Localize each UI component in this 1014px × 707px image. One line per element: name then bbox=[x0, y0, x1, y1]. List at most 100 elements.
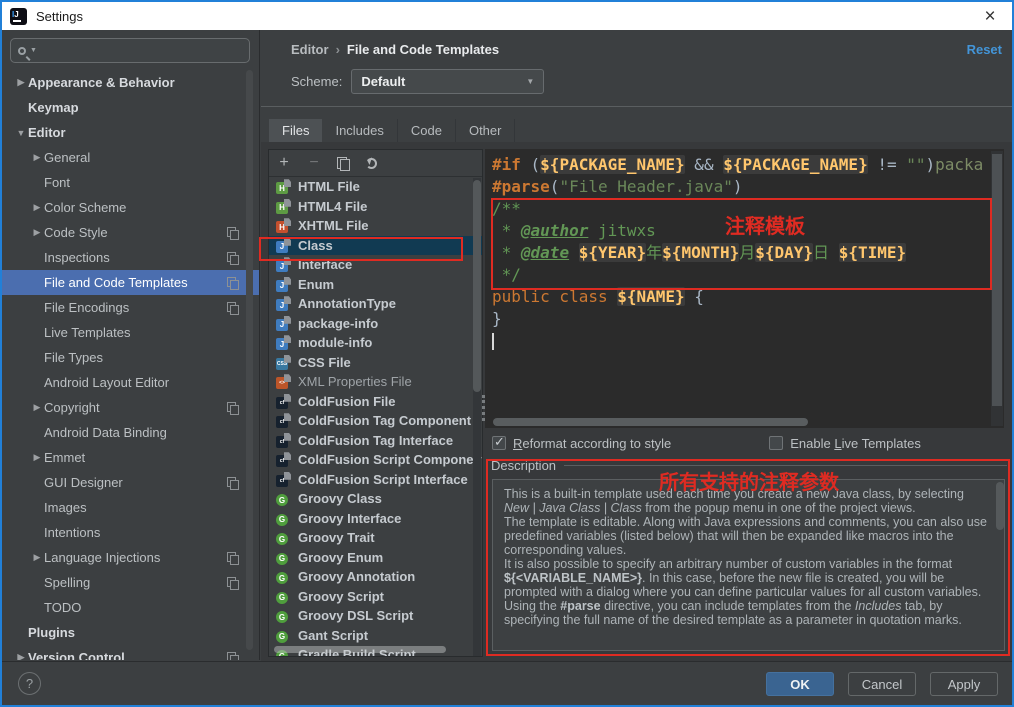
template-item-label: HTML4 File bbox=[298, 199, 367, 214]
chevron-right-icon[interactable]: ▶ bbox=[30, 227, 44, 238]
template-code-editor[interactable]: #if (${PACKAGE_NAME} && ${PACKAGE_NAME} … bbox=[485, 149, 1004, 428]
template-item-module-info[interactable]: Jmodule-info bbox=[269, 333, 482, 353]
sidebar-item-appearance-behavior[interactable]: ▶Appearance & Behavior bbox=[2, 70, 260, 95]
chevron-right-icon[interactable]: ▶ bbox=[14, 77, 28, 88]
template-item-coldfusion-script-component[interactable]: cfColdFusion Script Component bbox=[269, 450, 482, 470]
copy-settings-icon bbox=[227, 302, 238, 313]
template-item-groovy-trait[interactable]: GGroovy Trait bbox=[269, 528, 482, 548]
template-item-groovy-script[interactable]: GGroovy Script bbox=[269, 587, 482, 607]
sidebar-item-android-data-binding[interactable]: Android Data Binding bbox=[2, 420, 260, 445]
sidebar-item-images[interactable]: Images bbox=[2, 495, 260, 520]
scheme-select[interactable]: Default ▼ bbox=[351, 69, 544, 94]
template-item-xhtml-file[interactable]: HXHTML File bbox=[269, 216, 482, 236]
template-item-groovy-annotation[interactable]: GGroovy Annotation bbox=[269, 567, 482, 587]
help-button[interactable]: ? bbox=[18, 672, 41, 695]
copy-settings-icon bbox=[227, 227, 238, 238]
sidebar-item-font[interactable]: Font bbox=[2, 170, 260, 195]
chevron-right-icon[interactable]: ▶ bbox=[30, 552, 44, 563]
tab-other[interactable]: Other bbox=[456, 119, 516, 142]
chevron-right-icon[interactable]: ▶ bbox=[30, 402, 44, 413]
sidebar-item-copyright[interactable]: ▶Copyright bbox=[2, 395, 260, 420]
template-item-css-file[interactable]: CSSCSS File bbox=[269, 353, 482, 373]
template-list-scrollbar-thumb[interactable] bbox=[473, 180, 481, 392]
chevron-right-icon[interactable]: ▶ bbox=[30, 452, 44, 463]
breadcrumb-section[interactable]: Editor bbox=[291, 42, 329, 57]
sidebar-item-plugins[interactable]: Plugins bbox=[2, 620, 260, 645]
duplicate-template-icon[interactable] bbox=[337, 157, 350, 170]
chevron-right-icon[interactable]: ▶ bbox=[30, 202, 44, 213]
sidebar-item-todo[interactable]: TODO bbox=[2, 595, 260, 620]
settings-dialog: IJ Settings × ▼ ▶Appearance & BehaviorKe… bbox=[0, 0, 1014, 707]
sidebar-item-label: GUI Designer bbox=[44, 475, 123, 490]
template-item-xml-properties-file[interactable]: <>XML Properties File bbox=[269, 372, 482, 392]
template-item-enum[interactable]: JEnum bbox=[269, 275, 482, 295]
tab-files[interactable]: Files bbox=[269, 119, 322, 142]
chevron-right-icon[interactable]: ▶ bbox=[30, 152, 44, 163]
sidebar-item-gui-designer[interactable]: GUI Designer bbox=[2, 470, 260, 495]
template-item-coldfusion-script-interface[interactable]: cfColdFusion Script Interface bbox=[269, 470, 482, 490]
checkbox-enable-live-templates[interactable]: Enable Live Templates bbox=[769, 436, 921, 451]
template-item-groovy-dsl-script[interactable]: GGroovy DSL Script bbox=[269, 606, 482, 626]
reset-link[interactable]: Reset bbox=[967, 42, 1002, 57]
template-item-coldfusion-file[interactable]: cfColdFusion File bbox=[269, 392, 482, 412]
template-item-groovy-class[interactable]: GGroovy Class bbox=[269, 489, 482, 509]
sidebar-item-keymap[interactable]: Keymap bbox=[2, 95, 260, 120]
sidebar-item-android-layout-editor[interactable]: Android Layout Editor bbox=[2, 370, 260, 395]
sidebar-item-inspections[interactable]: Inspections bbox=[2, 245, 260, 270]
sidebar-item-spelling[interactable]: Spelling bbox=[2, 570, 260, 595]
template-item-package-info[interactable]: Jpackage-info bbox=[269, 314, 482, 334]
ok-button[interactable]: OK bbox=[766, 672, 834, 696]
title-bar: IJ Settings × bbox=[2, 2, 1012, 30]
editor-scrollbar-thumb[interactable] bbox=[992, 154, 1002, 406]
add-template-button[interactable]: + bbox=[277, 155, 291, 171]
editor-hscrollbar-thumb[interactable] bbox=[493, 418, 808, 426]
sidebar-item-code-style[interactable]: ▶Code Style bbox=[2, 220, 260, 245]
apply-button[interactable]: Apply bbox=[930, 672, 998, 696]
checkbox-unchecked-icon[interactable] bbox=[769, 436, 783, 450]
template-item-label: Class bbox=[298, 238, 333, 253]
template-fold-icon bbox=[284, 179, 291, 187]
sidebar-item-version-control[interactable]: ▶Version Control bbox=[2, 645, 260, 660]
template-list-hscrollbar-thumb[interactable] bbox=[274, 646, 446, 653]
tab-code[interactable]: Code bbox=[398, 119, 456, 142]
template-item-annotationtype[interactable]: JAnnotationType bbox=[269, 294, 482, 314]
sidebar-item-file-types[interactable]: File Types bbox=[2, 345, 260, 370]
sidebar-item-color-scheme[interactable]: ▶Color Scheme bbox=[2, 195, 260, 220]
sidebar-item-editor[interactable]: ▼Editor bbox=[2, 120, 260, 145]
close-icon[interactable]: × bbox=[976, 7, 1004, 26]
search-filter-caret-icon[interactable]: ▼ bbox=[30, 47, 37, 54]
template-item-class[interactable]: JClass bbox=[269, 236, 482, 256]
template-item-html4-file[interactable]: HHTML4 File bbox=[269, 197, 482, 217]
template-item-gant-script[interactable]: GGant Script bbox=[269, 626, 482, 646]
template-item-label: Groovy Interface bbox=[298, 511, 401, 526]
remove-template-button[interactable]: − bbox=[307, 155, 321, 171]
chevron-right-icon[interactable]: ▶ bbox=[14, 652, 28, 660]
reset-template-icon[interactable] bbox=[366, 158, 377, 169]
sidebar-item-language-injections[interactable]: ▶Language Injections bbox=[2, 545, 260, 570]
template-item-interface[interactable]: JInterface bbox=[269, 255, 482, 275]
cancel-button[interactable]: Cancel bbox=[848, 672, 916, 696]
template-item-label: HTML File bbox=[298, 179, 360, 194]
file-type-icon: J bbox=[276, 257, 292, 272]
template-item-html-file[interactable]: HHTML File bbox=[269, 177, 482, 197]
sidebar-item-intentions[interactable]: Intentions bbox=[2, 520, 260, 545]
settings-search-input[interactable]: ▼ bbox=[10, 38, 250, 63]
template-item-groovy-interface[interactable]: GGroovy Interface bbox=[269, 509, 482, 529]
tab-includes[interactable]: Includes bbox=[322, 119, 397, 142]
template-item-coldfusion-tag-interface[interactable]: cfColdFusion Tag Interface bbox=[269, 431, 482, 451]
chevron-down-icon[interactable]: ▼ bbox=[14, 128, 28, 138]
template-item-coldfusion-tag-component[interactable]: cfColdFusion Tag Component bbox=[269, 411, 482, 431]
template-item-label: package-info bbox=[298, 316, 378, 331]
sidebar-item-emmet[interactable]: ▶Emmet bbox=[2, 445, 260, 470]
sidebar-item-general[interactable]: ▶General bbox=[2, 145, 260, 170]
sidebar-item-file-and-code-templates[interactable]: File and Code Templates bbox=[2, 270, 260, 295]
template-item-label: Groovy Annotation bbox=[298, 569, 415, 584]
checkbox-checked-icon[interactable] bbox=[492, 436, 506, 450]
sidebar-scrollbar[interactable] bbox=[246, 70, 253, 650]
checkbox-reformat-according-to-style[interactable]: Reformat according to style bbox=[492, 436, 671, 451]
sidebar-item-live-templates[interactable]: Live Templates bbox=[2, 320, 260, 345]
search-icon bbox=[18, 47, 26, 55]
description-scrollbar-thumb[interactable] bbox=[996, 482, 1004, 530]
sidebar-item-file-encodings[interactable]: File Encodings bbox=[2, 295, 260, 320]
template-item-groovy-enum[interactable]: GGroovy Enum bbox=[269, 548, 482, 568]
